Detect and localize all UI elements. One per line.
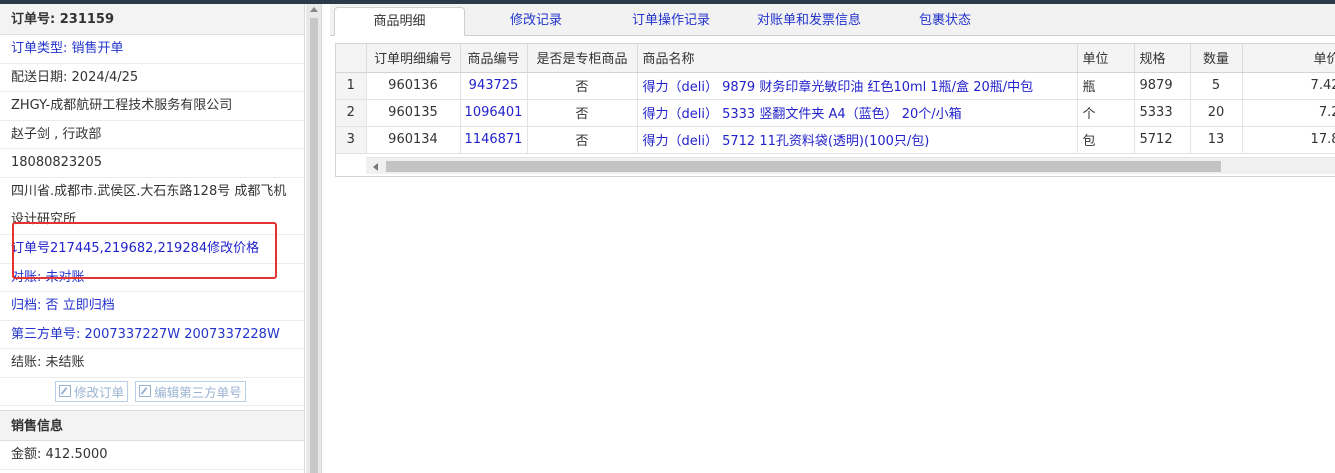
table-header-row: 订单明细编号 商品编号 是否是专柜商品 商品名称 单位 规格 数量 单价 bbox=[336, 44, 1335, 73]
sales-info-header: 销售信息 bbox=[0, 409, 304, 441]
column-header[interactable]: 单位 bbox=[1077, 44, 1135, 73]
column-header[interactable]: 商品名称 bbox=[637, 44, 1078, 73]
highlight-box bbox=[12, 222, 277, 279]
tab-package-status[interactable]: 包裹状态 bbox=[895, 7, 995, 36]
product-table: 订单明细编号 商品编号 是否是专柜商品 商品名称 单位 规格 数量 单价 1 9… bbox=[336, 44, 1335, 154]
row-number-header bbox=[336, 44, 367, 73]
tab-product-detail[interactable]: 商品明细 bbox=[334, 7, 465, 36]
table-row[interactable]: 3 960134 1146871 否 得力（deli） 5712 11孔资料袋(… bbox=[336, 126, 1335, 154]
scroll-left-icon[interactable] bbox=[373, 163, 378, 171]
scroll-thumb[interactable] bbox=[310, 18, 318, 473]
contact-row: 赵子剑 , 行政部 bbox=[0, 121, 304, 150]
archive-now-link[interactable]: 立即归档 bbox=[63, 298, 115, 313]
product-code-link[interactable]: 943725 bbox=[460, 72, 528, 100]
edit-order-button[interactable]: 修改订单 bbox=[55, 380, 129, 402]
order-type-row: 订单类型: 销售开单 bbox=[0, 35, 304, 64]
product-name-link[interactable]: 得力（deli） 5712 11孔资料袋(透明)(100只/包) bbox=[637, 126, 1078, 154]
column-header[interactable]: 数量 bbox=[1190, 44, 1243, 73]
delivery-date-row: 配送日期: 2024/4/25 bbox=[0, 64, 304, 93]
vertical-scrollbar[interactable] bbox=[306, 4, 322, 473]
third-party-row: 第三方单号: 2007337227W 2007337228W bbox=[0, 321, 304, 350]
tab-bar: 商品明细 修改记录 订单操作记录 对账单和发票信息 包裹状态 bbox=[330, 4, 1335, 36]
horizontal-scrollbar[interactable] bbox=[366, 157, 1335, 174]
column-header[interactable]: 规格 bbox=[1134, 44, 1191, 73]
edit-third-party-button[interactable]: 编辑第三方单号 bbox=[135, 380, 246, 402]
column-header[interactable]: 商品编号 bbox=[460, 44, 528, 73]
edit-icon bbox=[139, 385, 152, 398]
archive-row: 归档: 否 立即归档 bbox=[0, 292, 304, 321]
product-name-link[interactable]: 得力（deli） 9879 财务印章光敏印油 红色10ml 1瓶/盒 20瓶/中… bbox=[637, 72, 1078, 100]
action-buttons: 修改订单 编辑第三方单号 bbox=[0, 378, 304, 406]
tab-edit-history[interactable]: 修改记录 bbox=[480, 7, 592, 36]
order-number-header: 订单号: 231159 bbox=[0, 4, 304, 35]
settlement-row: 结账: 未结账 bbox=[0, 349, 304, 378]
horizontal-scroll-thumb[interactable] bbox=[386, 161, 1221, 172]
product-code-link[interactable]: 1146871 bbox=[460, 126, 528, 154]
phone-row: 18080823205 bbox=[0, 149, 304, 178]
column-header[interactable]: 单价 bbox=[1242, 44, 1335, 73]
detail-panel: 商品明细 修改记录 订单操作记录 对账单和发票信息 包裹状态 订单明细编号 商品… bbox=[330, 4, 1335, 473]
product-code-link[interactable]: 1096401 bbox=[460, 99, 528, 127]
column-header[interactable]: 是否是专柜商品 bbox=[527, 44, 638, 73]
column-header[interactable]: 订单明细编号 bbox=[366, 44, 461, 73]
scroll-up-icon[interactable] bbox=[310, 7, 318, 12]
company-row: ZHGY-成都航研工程技术服务有限公司 bbox=[0, 92, 304, 121]
product-name-link[interactable]: 得力（deli） 5333 竖翻文件夹 A4（蓝色） 20个/小箱 bbox=[637, 99, 1078, 127]
amount-row: 金额: 412.5000 bbox=[0, 441, 304, 470]
table-row[interactable]: 2 960135 1096401 否 得力（deli） 5333 竖翻文件夹 A… bbox=[336, 99, 1335, 127]
tab-order-operations[interactable]: 订单操作记录 bbox=[615, 7, 727, 36]
table-row[interactable]: 1 960136 943725 否 得力（deli） 9879 财务印章光敏印油… bbox=[336, 72, 1335, 100]
tab-statement-invoice[interactable]: 对账单和发票信息 bbox=[735, 7, 883, 36]
edit-icon bbox=[59, 385, 71, 398]
product-grid: 订单明细编号 商品编号 是否是专柜商品 商品名称 单位 规格 数量 单价 1 9… bbox=[335, 43, 1335, 177]
